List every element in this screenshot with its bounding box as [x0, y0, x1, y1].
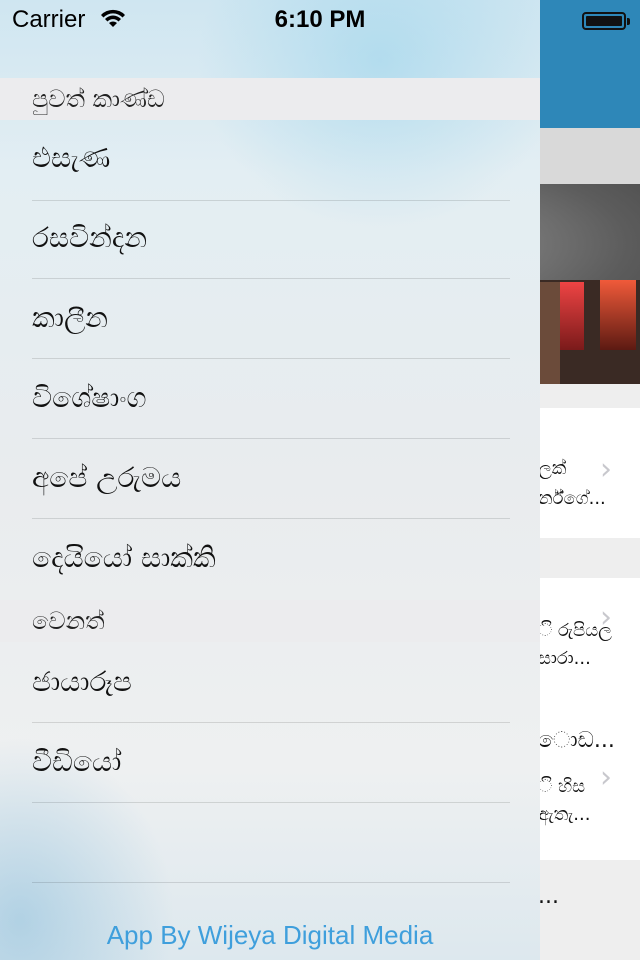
menu-item-videos[interactable]: වීඩියෝ	[0, 722, 540, 802]
article-2-line-2: සාරා...	[538, 648, 591, 669]
article-4-title: ...	[538, 884, 559, 909]
menu-item-breaking[interactable]: එසැණ	[0, 118, 540, 198]
menu-item-features[interactable]: විශේෂාංග	[0, 358, 540, 438]
menu-item-photos[interactable]: ජායාරූප	[0, 642, 540, 722]
article-3-line-1: ි හිස	[538, 776, 586, 797]
article-1-line-1: ලක්	[538, 458, 567, 479]
menu-item-our-heritage[interactable]: අපේ උරුමය	[0, 438, 540, 518]
chevron-right-icon: ›	[600, 452, 612, 487]
status-time: 6:10 PM	[274, 6, 366, 33]
menu-item-deiyo-sakki[interactable]: දෙයියෝ සාක්කි	[0, 518, 540, 598]
menu-item-entertainment[interactable]: රසවින්දන	[0, 198, 540, 278]
menu-item-current-affairs[interactable]: කාලීන	[0, 278, 540, 358]
article-3-title: ොඩ...	[538, 728, 615, 753]
chevron-right-icon: ›	[600, 760, 612, 795]
section-header-other: වෙනත්	[0, 600, 540, 642]
article-3-line-2: ඇතැ...	[538, 804, 591, 825]
credits-link[interactable]: App By Wijeya Digital Media	[0, 920, 540, 951]
status-bar: Carrier 6:10 PM	[0, 0, 640, 40]
section-header-news-categories: පුවත් කාණ්ඩ	[0, 78, 540, 120]
side-drawer-menu: පුවත් කාණ්ඩ එසැණ රසවින්දන කාලීන විශේෂාංග…	[0, 0, 540, 960]
battery-icon	[582, 12, 630, 30]
article-1-line-2: ර්න්ගේ...	[538, 488, 606, 509]
chevron-right-icon: ›	[600, 600, 612, 635]
